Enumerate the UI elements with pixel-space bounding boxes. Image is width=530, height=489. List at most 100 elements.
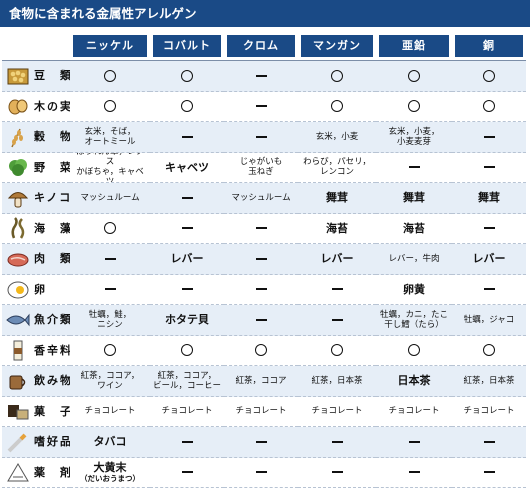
food-text: 舞茸 xyxy=(403,191,425,205)
row-header: 薬 剤 xyxy=(2,458,70,488)
food-text: 海苔 xyxy=(326,221,348,235)
row-header: キノコ xyxy=(2,183,70,214)
dash-mark xyxy=(181,471,193,474)
circle-mark xyxy=(255,344,267,357)
data-cell xyxy=(452,427,526,458)
spice-icon xyxy=(6,339,30,361)
row-header: 海 藻 xyxy=(2,214,70,244)
data-cell: 牡蠣，カニ，たこ 干し鱈（たら） xyxy=(376,305,452,336)
data-cell xyxy=(70,275,150,305)
data-cell xyxy=(150,61,224,92)
dash-mark xyxy=(408,166,420,169)
dash-mark xyxy=(255,227,267,230)
food-text: レバー xyxy=(170,252,204,266)
dash-mark xyxy=(408,440,420,443)
data-cell xyxy=(452,92,526,122)
data-cell xyxy=(224,122,298,153)
data-cell xyxy=(224,305,298,336)
column-header: ニッケル xyxy=(70,33,150,61)
data-cell xyxy=(298,61,376,92)
row-label: 穀 物 xyxy=(34,130,70,144)
data-cell xyxy=(150,458,224,488)
dash-mark xyxy=(255,105,267,108)
dash-mark xyxy=(255,471,267,474)
column-header-label: 亜鉛 xyxy=(379,35,449,57)
dash-mark xyxy=(331,471,343,474)
data-cell xyxy=(452,458,526,488)
data-cell: 紅茶，日本茶 xyxy=(452,366,526,397)
circle-mark xyxy=(104,100,116,113)
data-cell: チョコレート xyxy=(70,397,150,427)
data-cell: 海苔 xyxy=(376,214,452,244)
food-text: レバー xyxy=(472,252,506,266)
data-cell: 玄米，小麦 xyxy=(298,122,376,153)
data-cell xyxy=(224,458,298,488)
mushroom-icon xyxy=(6,187,30,209)
food-text: 牡蠣，ジャコ xyxy=(463,314,515,325)
food-text: レバー，牛肉 xyxy=(388,253,440,264)
data-cell xyxy=(150,275,224,305)
row-label: 嗜好品 xyxy=(34,435,70,449)
dash-mark xyxy=(331,440,343,443)
column-header-label: コバルト xyxy=(153,35,221,57)
circle-mark xyxy=(408,69,420,82)
dash-mark xyxy=(483,227,495,230)
data-cell xyxy=(70,92,150,122)
data-cell xyxy=(452,275,526,305)
data-cell xyxy=(452,214,526,244)
food-text: レバー xyxy=(320,252,354,266)
dash-mark xyxy=(255,288,267,291)
dash-mark xyxy=(104,288,116,291)
food-text: 大黄末 xyxy=(93,461,127,475)
data-cell: レバー xyxy=(298,244,376,275)
header-corner xyxy=(2,33,70,61)
data-cell: チョコレート xyxy=(376,397,452,427)
circle-mark xyxy=(104,222,116,235)
data-cell: ホタテ貝 xyxy=(150,305,224,336)
data-cell xyxy=(298,336,376,366)
dash-mark xyxy=(181,288,193,291)
data-cell: 海苔 xyxy=(298,214,376,244)
dash-mark xyxy=(255,257,267,260)
data-cell: マッシュルーム xyxy=(224,183,298,214)
data-cell xyxy=(224,61,298,92)
food-text: わらび，パセリ， レンコン xyxy=(303,157,371,178)
data-cell xyxy=(298,427,376,458)
medicine-icon xyxy=(6,461,30,483)
data-cell xyxy=(224,336,298,366)
data-cell xyxy=(452,153,526,183)
row-header: 飲み物 xyxy=(2,366,70,397)
row-label: 飲み物 xyxy=(34,374,70,388)
food-text: じゃがいも 玉ねぎ xyxy=(239,157,283,178)
data-cell: 舞茸 xyxy=(452,183,526,214)
data-cell xyxy=(150,427,224,458)
data-cell xyxy=(376,336,452,366)
column-header-label: マンガン xyxy=(301,35,373,57)
dash-mark xyxy=(181,135,193,138)
data-cell: チョコレート xyxy=(298,397,376,427)
food-text: 紅茶，日本茶 xyxy=(311,375,363,386)
row-label: キノコ xyxy=(34,191,70,205)
dash-mark xyxy=(255,440,267,443)
circle-mark xyxy=(181,100,193,113)
vegetable-icon xyxy=(6,156,30,178)
data-cell xyxy=(224,427,298,458)
data-cell xyxy=(70,61,150,92)
row-label: 海 藻 xyxy=(34,221,70,235)
nuts-icon xyxy=(6,95,30,117)
data-cell: レバー xyxy=(150,244,224,275)
dash-mark xyxy=(104,257,116,260)
data-cell: キャベツ xyxy=(150,153,224,183)
dash-mark xyxy=(408,471,420,474)
fish-icon xyxy=(6,309,30,331)
data-cell: 紅茶，ココア， ワイン xyxy=(70,366,150,397)
circle-mark xyxy=(331,100,343,113)
column-header: コバルト xyxy=(150,33,224,61)
column-header: マンガン xyxy=(298,33,376,61)
data-cell: チョコレート xyxy=(224,397,298,427)
circle-mark xyxy=(331,69,343,82)
beans-icon xyxy=(6,65,30,87)
dash-mark xyxy=(483,135,495,138)
food-note: （だいおうまつ） xyxy=(80,474,140,484)
column-header-label: 銅 xyxy=(455,35,523,57)
